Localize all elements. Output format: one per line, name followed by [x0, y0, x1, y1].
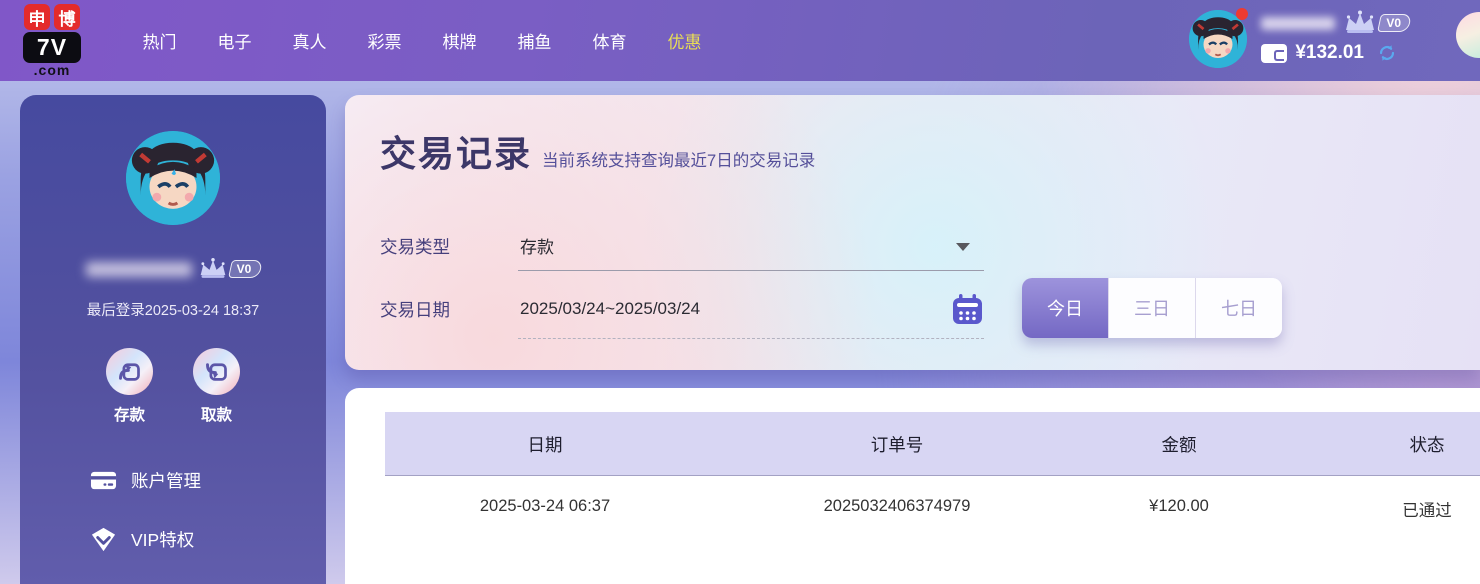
wallet-icon — [1261, 44, 1287, 63]
transaction-date-label: 交易日期 — [380, 297, 450, 322]
withdraw-icon — [193, 348, 240, 395]
deposit-label: 存款 — [114, 403, 145, 425]
chevron-down-icon — [956, 243, 970, 251]
refresh-balance-icon[interactable] — [1376, 42, 1398, 64]
vip-crown-icon — [1343, 10, 1377, 36]
sidebar-menu: 账户管理 VIP特权 — [20, 467, 326, 553]
site-logo[interactable]: 申 博 7V .com — [20, 4, 84, 77]
balance-amount: ¥132.01 — [1295, 42, 1364, 64]
transaction-type-value: 存款 — [520, 233, 554, 258]
table-header-order: 订单号 — [871, 432, 924, 457]
notification-dot — [1236, 8, 1248, 20]
period-button-group: 今日 三日 七日 — [1022, 278, 1282, 338]
nav-item-slots[interactable]: 电子 — [197, 28, 272, 53]
username-blurred — [86, 262, 192, 277]
withdraw-label: 取款 — [201, 403, 232, 425]
logo-square-1: 申 — [24, 4, 50, 30]
last-login-text: 最后登录2025-03-24 18:37 — [87, 299, 260, 320]
sidebar-avatar[interactable] — [126, 131, 220, 225]
avatar-image — [126, 131, 220, 225]
sidebar: V0 最后登录2025-03-24 18:37 存款 取款 — [20, 95, 326, 584]
menu-label: VIP特权 — [131, 527, 194, 552]
nav-item-hot[interactable]: 热门 — [122, 28, 197, 53]
transaction-filter-card: 交易记录 当前系统支持查询最近7日的交易记录 交易类型 存款 交易日期 2025… — [345, 95, 1480, 370]
transaction-date-value: 2025/03/24~2025/03/24 — [520, 299, 700, 319]
logo-suffix-text: .com — [34, 63, 71, 77]
period-3day-button[interactable]: 三日 — [1108, 278, 1195, 338]
page-title: 交易记录 — [380, 125, 532, 177]
nav-item-promo[interactable]: 优惠 — [647, 28, 722, 53]
period-today-button[interactable]: 今日 — [1022, 278, 1108, 338]
transaction-type-label: 交易类型 — [380, 234, 450, 259]
deposit-button[interactable]: 存款 — [106, 348, 153, 425]
deposit-icon — [106, 348, 153, 395]
cell-status: 已通过 — [1402, 497, 1452, 521]
quick-actions: 存款 取款 — [106, 348, 240, 425]
bank-card-icon — [90, 467, 117, 494]
withdraw-button[interactable]: 取款 — [193, 348, 240, 425]
page-subtitle: 当前系统支持查询最近7日的交易记录 — [542, 147, 815, 171]
main-nav: 热门 电子 真人 彩票 棋牌 捕鱼 体育 优惠 — [122, 28, 722, 53]
transaction-date-input[interactable]: 2025/03/24~2025/03/24 — [518, 287, 984, 339]
calendar-icon[interactable] — [951, 293, 984, 326]
vip-level-badge: V0 — [230, 260, 261, 278]
table-row: 2025-03-24 06:37 2025032406374979 ¥120.0… — [385, 476, 1480, 542]
logo-main-text: 7V — [23, 32, 81, 63]
logo-square-2: 博 — [54, 4, 80, 30]
vip-level-badge: V0 — [1379, 14, 1410, 32]
nav-item-lottery[interactable]: 彩票 — [347, 28, 422, 53]
cell-order-number: 2025032406374979 — [824, 497, 971, 516]
transaction-table-card: 日期 订单号 金额 状态 2025-03-24 06:37 2025032406… — [345, 388, 1480, 584]
nav-item-live[interactable]: 真人 — [272, 28, 347, 53]
nav-item-sports[interactable]: 体育 — [572, 28, 647, 53]
table-header-status: 状态 — [1410, 432, 1445, 457]
period-7day-button[interactable]: 七日 — [1195, 278, 1282, 338]
gem-icon — [90, 526, 117, 553]
user-avatar[interactable] — [1189, 10, 1247, 68]
nav-item-cards[interactable]: 棋牌 — [422, 28, 497, 53]
cell-amount: ¥120.00 — [1149, 497, 1209, 516]
menu-label: 账户管理 — [131, 468, 201, 493]
username-blurred — [1261, 17, 1335, 30]
top-bar: 申 博 7V .com 热门 电子 真人 彩票 棋牌 捕鱼 体育 优惠 — [0, 0, 1480, 81]
vip-crown-icon — [198, 257, 228, 281]
table-header-amount: 金额 — [1162, 432, 1197, 457]
floating-service-button[interactable] — [1456, 12, 1480, 58]
transaction-type-select[interactable]: 存款 — [518, 221, 984, 271]
table-header-row: 日期 订单号 金额 状态 — [385, 412, 1480, 476]
user-cluster: V0 ¥132.01 — [1189, 10, 1410, 68]
nav-item-fishing[interactable]: 捕鱼 — [497, 28, 572, 53]
cell-date: 2025-03-24 06:37 — [480, 497, 610, 516]
logo-squares: 申 博 — [24, 4, 80, 30]
table-header-date: 日期 — [528, 432, 563, 457]
sidebar-item-vip[interactable]: VIP特权 — [90, 526, 326, 553]
sidebar-item-account[interactable]: 账户管理 — [90, 467, 326, 494]
